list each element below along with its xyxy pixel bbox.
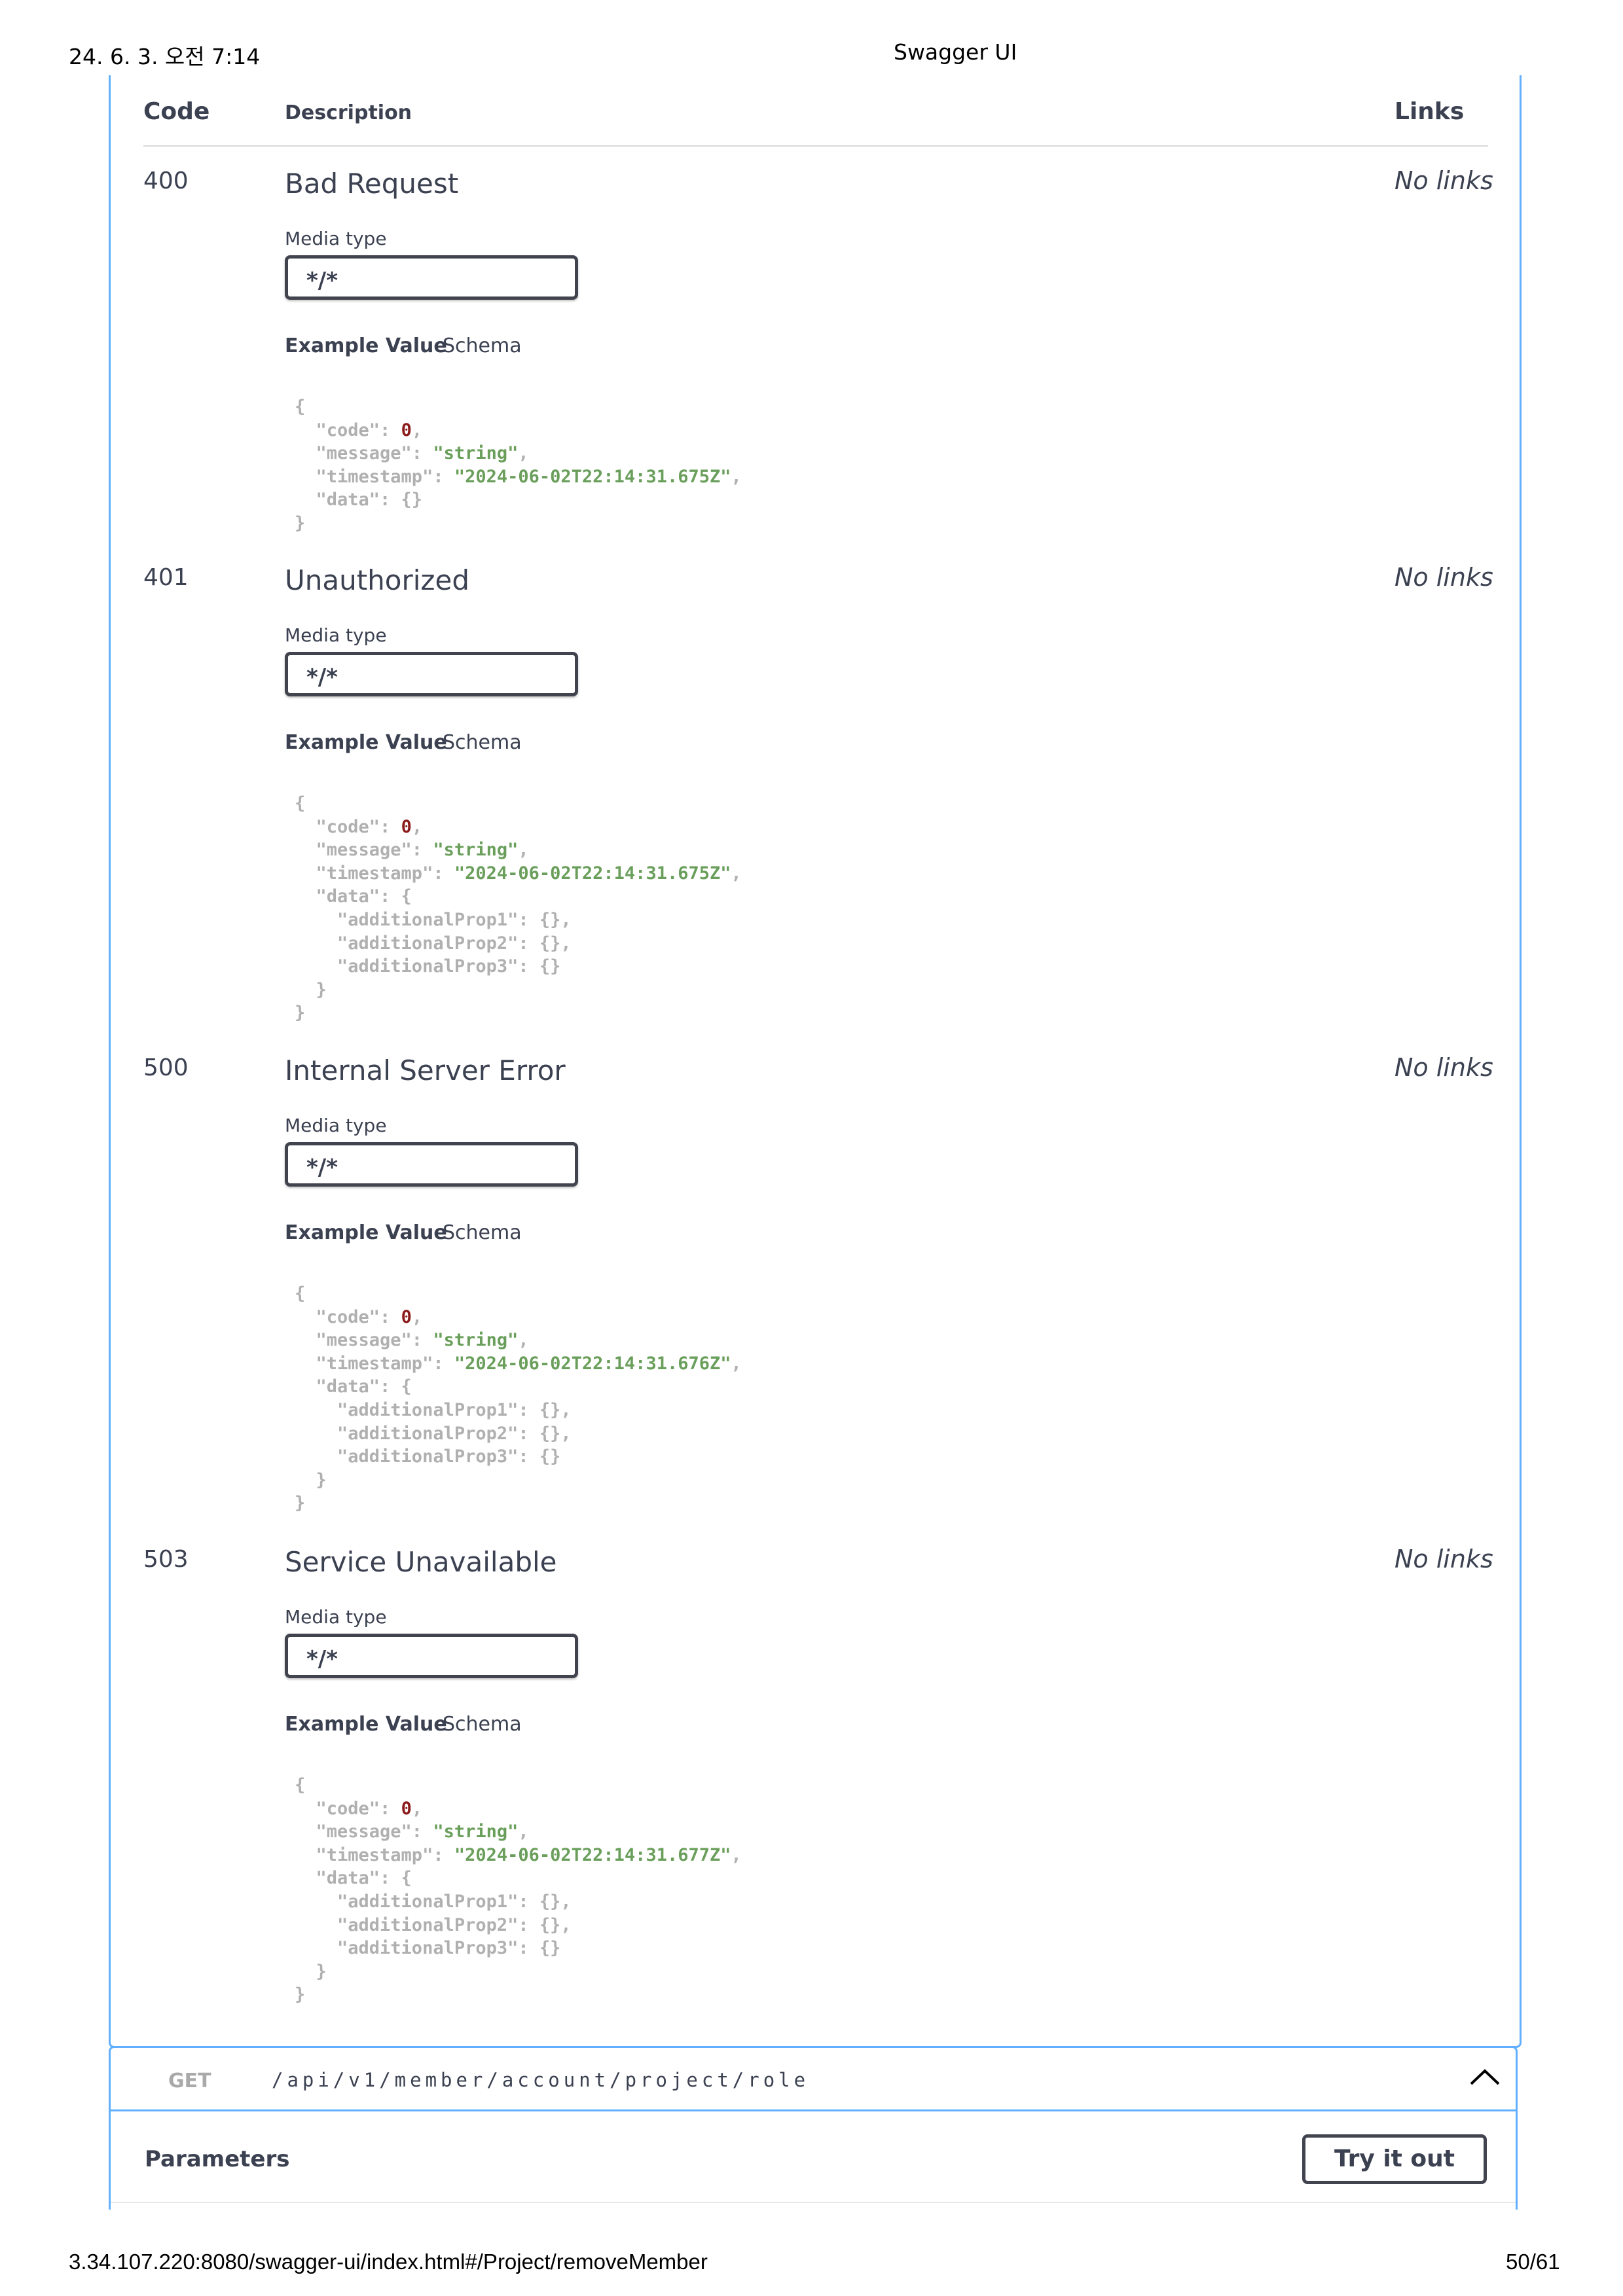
response-code: 503 [143,1546,189,1573]
example-json: { "code": 0, "message": "string", "times… [295,1283,742,1514]
media-type-label: Media type [285,1115,387,1136]
response-description: Unauthorized [285,564,469,596]
try-it-out-button[interactable]: Try it out [1302,2134,1487,2184]
response-code: 401 [143,564,189,591]
parameters-divider [111,2202,1516,2203]
tab-example-value[interactable]: Example Value [285,1713,447,1736]
tab-schema[interactable]: Schema [443,334,522,357]
example-json: { "code": 0, "message": "string", "times… [295,1775,742,2005]
tab-schema[interactable]: Schema [443,731,522,754]
response-description: Bad Request [285,168,459,200]
print-url: 3.34.107.220:8080/swagger-ui/index.html#… [69,2250,708,2274]
media-type-select[interactable]: */* [285,652,578,696]
table-divider [143,145,1488,147]
column-description: Description [285,101,412,124]
print-title: Swagger UI [894,39,1017,65]
column-links: Links [1395,98,1465,125]
media-type-label: Media type [285,1606,387,1628]
tab-example-value[interactable]: Example Value [285,1221,447,1244]
media-type-select[interactable]: */* [285,255,578,300]
media-type-select[interactable]: */* [285,1634,578,1678]
column-code: Code [143,98,210,125]
response-description: Service Unavailable [285,1546,557,1578]
response-links: No links [1395,1053,1493,1082]
parameters-section: Parameters Try it out [109,2111,1518,2210]
http-method-badge: GET [168,2070,211,2092]
chevron-up-icon[interactable] [1467,2064,1503,2090]
response-links: No links [1395,563,1493,592]
tab-example-value[interactable]: Example Value [285,731,447,754]
response-links: No links [1395,1545,1493,1573]
media-type-label: Media type [285,228,387,249]
parameters-title: Parameters [145,2146,290,2172]
print-datetime: 24. 6. 3. 오전 7:14 [69,44,261,69]
tab-schema[interactable]: Schema [443,1713,522,1736]
example-json: { "code": 0, "message": "string", "times… [295,397,742,533]
response-links: No links [1395,166,1493,195]
operation-path: /api/v1/member/account/project/role [272,2069,810,2091]
response-code: 400 [143,168,189,194]
media-type-select[interactable]: */* [285,1142,578,1187]
operation-summary-get[interactable]: GET /api/v1/member/account/project/role [109,2046,1518,2111]
response-code: 500 [143,1054,189,1081]
response-description: Internal Server Error [285,1054,566,1086]
tab-example-value[interactable]: Example Value [285,334,447,357]
media-type-label: Media type [285,624,387,646]
print-page-number: 50/61 [1506,2250,1560,2274]
example-json: { "code": 0, "message": "string", "times… [295,793,742,1024]
tab-schema[interactable]: Schema [443,1221,522,1244]
